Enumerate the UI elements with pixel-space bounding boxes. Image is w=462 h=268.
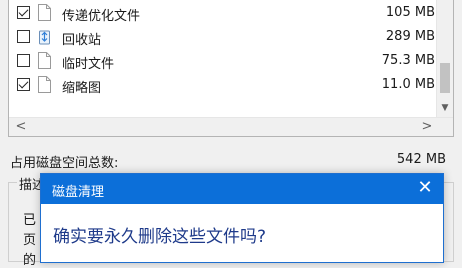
scrollbar-thumb[interactable] [440,63,450,93]
item-size: 75.3 MB [381,53,435,68]
checkbox-delivery-optimization[interactable] [17,6,30,19]
confirm-dialog: 磁盘清理 ✕ 确实要永久删除这些文件吗? [40,173,444,263]
scroll-right-arrow-icon[interactable]: > [419,119,435,135]
checkbox-temporary-files[interactable] [17,54,30,67]
total-space-value: 542 MB [396,152,446,167]
list-item[interactable]: 传递优化文件 105 MB [9,2,437,25]
document-icon [38,52,51,69]
list-item[interactable]: 缩略图 11.0 MB [9,74,437,97]
description-text: 页 [23,233,37,248]
recycle-bin-icon [38,28,51,45]
item-size: 11.0 MB [381,77,435,92]
checkbox-thumbnails[interactable] [17,78,30,91]
scroll-down-arrow-icon[interactable]: ▼ [437,101,453,115]
list-item[interactable]: 回收站 289 MB [9,26,437,49]
description-text: 的 [23,253,37,268]
item-size: 289 MB [385,29,435,44]
vertical-scrollbar[interactable]: ▼ [436,0,453,117]
horizontal-scrollbar[interactable]: < > [9,117,453,136]
dialog-title: 磁盘清理 [52,185,105,200]
item-name: 临时文件 [62,57,115,72]
scroll-left-arrow-icon[interactable]: < [13,119,29,135]
dialog-titlebar: 磁盘清理 ✕ [41,174,443,204]
item-name: 回收站 [62,33,102,48]
checkbox-recycle-bin[interactable] [17,30,30,43]
item-name: 缩略图 [62,81,102,96]
total-space-label: 占用磁盘空间总数: [10,156,119,171]
item-name: 传递优化文件 [62,9,141,24]
document-icon [38,76,51,93]
dialog-message: 确实要永久删除这些文件吗? [53,227,267,247]
description-text: 已 [23,213,37,228]
file-list: 传递优化文件 105 MB 回收站 289 MB 临时文件 75.3 MB 缩略… [8,0,454,137]
item-size: 105 MB [385,5,435,20]
close-icon[interactable]: ✕ [415,178,435,198]
list-item[interactable]: 临时文件 75.3 MB [9,50,437,73]
document-icon [38,4,51,21]
